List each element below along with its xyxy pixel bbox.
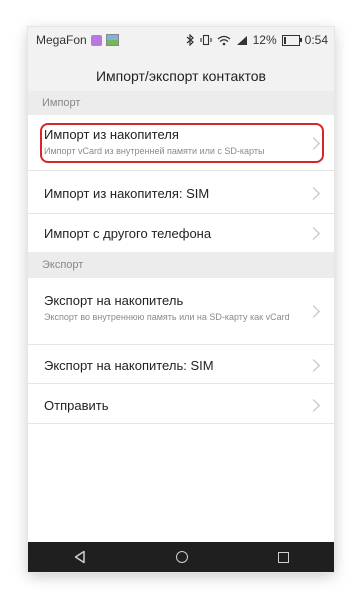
item-subtitle: Экспорт во внутреннюю память или на SD-к… (44, 312, 290, 322)
phone-screen: MegaFon 12% 0:54 Импорт/экспорт контакто… (28, 27, 334, 572)
clock: 0:54 (304, 33, 328, 47)
signal-icon (236, 35, 247, 45)
item-title: Импорт из накопителя (44, 127, 179, 142)
vibrate-icon (200, 34, 212, 46)
wifi-icon (217, 35, 231, 45)
item-title: Импорт из накопителя: SIM (44, 186, 210, 201)
item-title: Экспорт на накопитель: SIM (44, 358, 214, 373)
share-item[interactable]: Отправить (28, 384, 334, 424)
app-icon (90, 34, 102, 46)
item-title: Импорт с другого телефона (44, 226, 212, 241)
item-subtitle: Импорт vCard из внутренней памяти или с … (44, 146, 265, 156)
item-title: Отправить (44, 398, 109, 413)
navigation-bar (28, 542, 334, 572)
back-icon[interactable] (73, 550, 87, 564)
home-icon[interactable] (176, 551, 189, 563)
section-header-import: Импорт (28, 91, 334, 115)
section-header-export: Экспорт (28, 252, 334, 278)
import-from-storage-item[interactable]: Импорт из накопителя Импорт vCard из вну… (28, 115, 334, 171)
battery-icon (281, 34, 302, 46)
import-from-phone-item[interactable]: Импорт с другого телефона (28, 214, 334, 252)
recent-apps-icon[interactable] (278, 551, 290, 563)
battery-level (283, 36, 286, 44)
export-to-sim-item[interactable]: Экспорт на накопитель: SIM (28, 345, 334, 384)
item-title: Экспорт на накопитель (44, 293, 184, 308)
carrier-name: MegaFon (36, 33, 87, 47)
gallery-icon (105, 34, 119, 46)
export-to-storage-item[interactable]: Экспорт на накопитель Экспорт во внутрен… (28, 278, 334, 345)
status-bar: MegaFon 12% 0:54 (28, 27, 334, 53)
bluetooth-icon (186, 34, 194, 46)
import-from-sim-item[interactable]: Импорт из накопителя: SIM (28, 171, 334, 214)
battery-percent: 12% (252, 33, 277, 47)
